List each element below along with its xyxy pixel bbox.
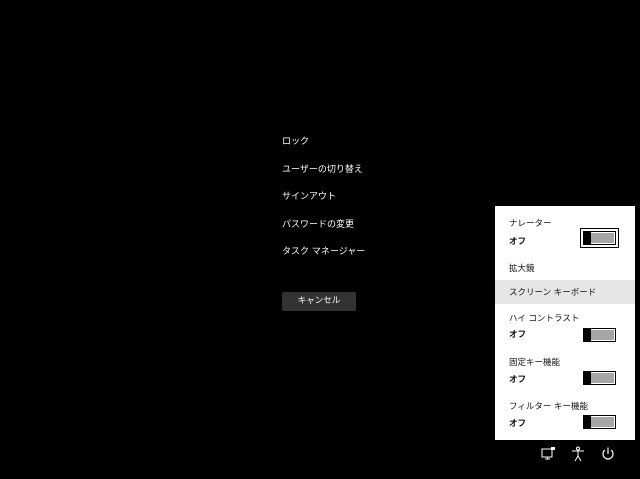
toggle-knob xyxy=(584,231,591,245)
high-contrast-toggle[interactable] xyxy=(583,328,616,342)
power-icon[interactable] xyxy=(600,446,616,462)
narrator-setting: ナレーター オフ xyxy=(495,214,635,256)
filter-keys-toggle[interactable] xyxy=(583,415,616,429)
filter-keys-setting: フィルター キー機能 オフ xyxy=(495,398,635,438)
narrator-label: ナレーター xyxy=(509,219,552,229)
cancel-button[interactable]: キャンセル xyxy=(282,292,356,311)
on-screen-keyboard-label: スクリーン キーボード xyxy=(509,288,597,298)
sticky-keys-toggle[interactable] xyxy=(583,371,616,385)
switch-user-option[interactable]: ユーザーの切り替え xyxy=(282,162,442,190)
toggle-knob xyxy=(584,371,591,385)
security-options-menu: ロック ユーザーの切り替え サインアウト パスワードの変更 タスク マネージャー xyxy=(282,134,442,272)
sticky-keys-state: オフ xyxy=(509,375,527,385)
high-contrast-state: オフ xyxy=(509,330,527,340)
sticky-keys-setting: 固定キー機能 オフ xyxy=(495,354,635,394)
toggle-knob xyxy=(584,415,591,429)
high-contrast-label: ハイ コントラスト xyxy=(509,314,580,324)
toggle-knob xyxy=(584,328,591,342)
magnifier-setting[interactable]: 拡大鏡 xyxy=(495,258,635,280)
narrator-toggle[interactable] xyxy=(580,228,619,248)
sticky-keys-label: 固定キー機能 xyxy=(509,358,561,368)
change-password-option[interactable]: パスワードの変更 xyxy=(282,217,442,245)
lock-options-screen: ロック ユーザーの切り替え サインアウト パスワードの変更 タスク マネージャー… xyxy=(0,0,640,479)
network-icon[interactable] xyxy=(540,446,556,462)
lock-option[interactable]: ロック xyxy=(282,134,442,162)
on-screen-keyboard-setting[interactable]: スクリーン キーボード xyxy=(495,280,635,304)
filter-keys-label: フィルター キー機能 xyxy=(509,402,589,412)
magnifier-label: 拡大鏡 xyxy=(509,264,535,274)
ease-of-access-icon[interactable] xyxy=(570,446,586,462)
filter-keys-state: オフ xyxy=(509,419,527,429)
high-contrast-setting: ハイ コントラスト オフ xyxy=(495,310,635,350)
ease-of-access-panel: ナレーター オフ 拡大鏡 スクリーン キーボード ハイ コントラスト オフ 固定… xyxy=(495,206,635,440)
sign-out-option[interactable]: サインアウト xyxy=(282,189,442,217)
task-manager-option[interactable]: タスク マネージャー xyxy=(282,244,442,272)
narrator-state: オフ xyxy=(509,237,527,247)
